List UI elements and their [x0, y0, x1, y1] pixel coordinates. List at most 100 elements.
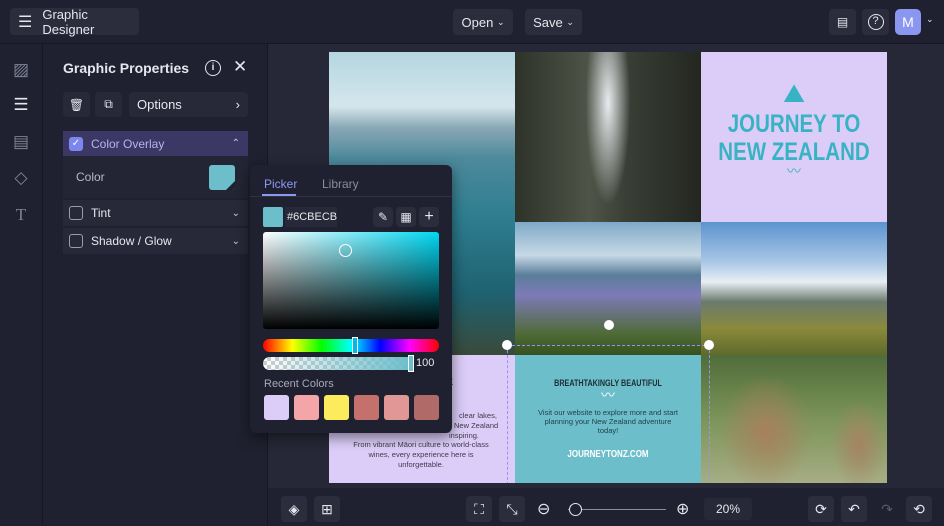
opacity-value[interactable]: 100: [416, 357, 434, 369]
color-picker-popup: Picker Library #6CBECB ✎ ▦ + 100 Recent …: [250, 165, 452, 433]
zoom-in-icon[interactable]: ⊕: [676, 499, 689, 519]
tab-picker[interactable]: Picker: [264, 177, 297, 191]
chevron-up-icon: ⌃: [231, 138, 240, 149]
sync-button[interactable]: ⟳: [808, 496, 834, 522]
redo-button[interactable]: ↷: [874, 496, 900, 522]
title-card[interactable]: ⛰ JOURNEY TO NEW ZEALAND 〰: [701, 52, 887, 222]
layout-icon[interactable]: ▤: [10, 131, 32, 153]
app-title: Graphic Designer: [42, 6, 95, 37]
zoom-slider-thumb[interactable]: [568, 503, 582, 516]
alpaca-photo[interactable]: [701, 355, 887, 483]
chevron-down-icon: ⌄: [231, 207, 240, 219]
duplicate-button[interactable]: ⧉: [95, 92, 122, 117]
resize-handle[interactable]: [704, 340, 714, 350]
divider: [250, 196, 452, 197]
close-icon[interactable]: ✕: [233, 57, 247, 77]
redo-icon: ↷: [881, 501, 893, 517]
recent-color-swatch[interactable]: [294, 395, 319, 420]
panel-title: Graphic Properties: [63, 60, 190, 76]
eyedropper-button[interactable]: ✎: [373, 207, 393, 227]
recent-color-swatch[interactable]: [354, 395, 379, 420]
bottom-toolbar: ◈ ⊞ ⛶ ⤡ ⊖ ⊕ 20% ⟳ ↶ ↷ ⟲: [268, 488, 944, 526]
hue-slider-thumb[interactable]: [351, 337, 358, 354]
save-button[interactable]: Save ⌄: [525, 9, 582, 35]
history-button[interactable]: ⟲: [906, 496, 932, 522]
avatar[interactable]: M: [895, 9, 921, 35]
color-row: Color: [63, 156, 248, 198]
plus-icon: +: [424, 208, 434, 225]
hex-input[interactable]: #6CBECB: [285, 207, 337, 227]
wave-icon: 〰: [787, 163, 801, 179]
delete-button[interactable]: 🗑: [63, 92, 90, 117]
grid-button[interactable]: ▦: [396, 207, 416, 227]
color-cursor[interactable]: [339, 244, 352, 257]
options-label: Options: [137, 97, 182, 112]
info-icon[interactable]: i: [205, 60, 221, 76]
chevron-right-icon: ›: [235, 97, 240, 112]
shadow-glow-toggle[interactable]: Shadow / Glow ⌄: [63, 228, 248, 254]
grid-icon: ⊞: [321, 500, 333, 517]
undo-icon: ↶: [848, 500, 860, 517]
eyedropper-icon: ✎: [377, 210, 389, 224]
color-label: Color: [76, 170, 105, 184]
trash-icon: 🗑: [68, 97, 85, 112]
chevron-down-icon: ⌄: [231, 235, 240, 247]
grid-icon: ▦: [400, 210, 412, 224]
design-title-line2: NEW ZEALAND: [718, 138, 870, 166]
recent-color-swatch[interactable]: [384, 395, 409, 420]
shadow-label: Shadow / Glow: [91, 234, 172, 248]
layers-icon: ◈: [288, 500, 300, 517]
app-menu-button[interactable]: ☰ Graphic Designer: [10, 6, 139, 37]
color-overlay-toggle[interactable]: ✓ Color Overlay ⌃: [63, 131, 248, 156]
tint-toggle[interactable]: Tint ⌄: [63, 200, 248, 226]
waterfall-photo[interactable]: [515, 52, 701, 222]
chevron-down-icon: ⌄: [566, 16, 574, 27]
color-overlay-label: Color Overlay: [91, 136, 165, 151]
shapes-icon[interactable]: ◇: [10, 167, 32, 189]
rotate-handle[interactable]: [604, 320, 614, 330]
design-title-line1: JOURNEY TO: [727, 110, 861, 138]
text-icon[interactable]: T: [10, 204, 32, 226]
adjustments-icon[interactable]: ☰: [10, 94, 32, 116]
grid-view-button[interactable]: ⊞: [314, 496, 340, 522]
image-icon[interactable]: ▨: [10, 59, 32, 81]
lupin-photo[interactable]: [515, 222, 701, 355]
color-swatch-button[interactable]: [209, 164, 235, 190]
save-label: Save: [533, 14, 563, 30]
recent-color-swatch[interactable]: [324, 395, 349, 420]
undo-button[interactable]: ↶: [841, 496, 867, 522]
add-color-button[interactable]: +: [419, 207, 439, 227]
zoom-out-icon[interactable]: ⊖: [537, 499, 550, 519]
tint-label: Tint: [91, 206, 111, 220]
hamburger-icon: ☰: [18, 13, 33, 31]
resize-handle[interactable]: [502, 340, 512, 350]
open-button[interactable]: Open ⌄: [453, 9, 513, 35]
zoom-value[interactable]: 20%: [704, 498, 752, 520]
opacity-slider-thumb[interactable]: [408, 355, 414, 372]
checkbox-checked[interactable]: ✓: [69, 136, 83, 151]
layers-button[interactable]: ◈: [281, 496, 307, 522]
tab-library[interactable]: Library: [322, 177, 359, 191]
checkbox[interactable]: [69, 206, 83, 220]
options-button[interactable]: Options ›: [129, 92, 248, 117]
chevron-down-icon: ⌄: [496, 16, 505, 27]
history-icon: ⟲: [913, 500, 925, 517]
mountain-photo[interactable]: [701, 222, 887, 355]
mountain-logo-icon: ⛰: [783, 78, 805, 108]
recent-color-swatch[interactable]: [414, 395, 439, 420]
comments-button[interactable]: ▤: [829, 9, 856, 35]
recent-color-swatch[interactable]: [264, 395, 289, 420]
top-bar: ☰ Graphic Designer Open ⌄ Save ⌄ ▤ ? M ⌄: [0, 0, 944, 44]
help-button[interactable]: ?: [862, 9, 889, 35]
shrink-button[interactable]: ⤡: [499, 496, 525, 522]
refresh-icon: ⟳: [815, 500, 827, 517]
checkbox[interactable]: [69, 234, 83, 248]
zoom-slider[interactable]: [568, 509, 666, 510]
opacity-slider[interactable]: [263, 357, 411, 370]
fit-screen-button[interactable]: ⛶: [466, 496, 492, 522]
chevron-down-icon[interactable]: ⌄: [926, 14, 934, 25]
selection-box: [507, 345, 710, 483]
tool-rail: ▨ ☰ ▤ ◇ T: [0, 44, 43, 526]
help-icon: ?: [867, 14, 884, 30]
current-color-swatch: [263, 207, 283, 227]
